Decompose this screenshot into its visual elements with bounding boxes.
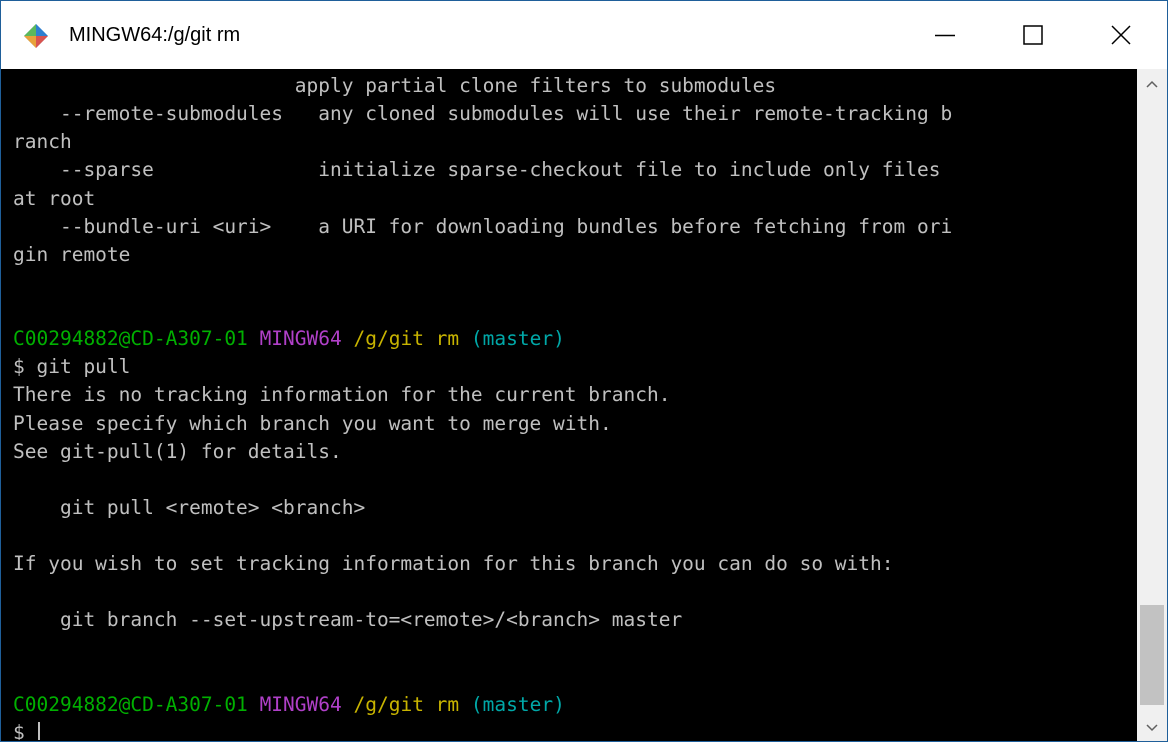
- terminal-line: gin remote: [13, 242, 131, 266]
- terminal-line: $ git pull: [13, 355, 131, 379]
- terminal-line: See git-pull(1) for details.: [13, 439, 342, 463]
- minimize-button[interactable]: [901, 1, 989, 69]
- maximize-button[interactable]: [989, 1, 1077, 69]
- terminal-output[interactable]: apply partial clone filters to submodule…: [13, 72, 1137, 740]
- close-button[interactable]: [1077, 1, 1165, 69]
- prompt-symbol: $: [13, 720, 37, 740]
- maximize-icon: [1023, 25, 1043, 45]
- terminal-line: --sparse initialize sparse-checkout file…: [13, 158, 941, 182]
- terminal-line: ranch: [13, 130, 72, 154]
- prompt-line: C00294882@CD-A307-01 MINGW64 /g/git rm (…: [13, 691, 1137, 719]
- terminal-line: git pull <remote> <branch>: [13, 495, 366, 519]
- terminal-line: apply partial clone filters to submodule…: [13, 74, 777, 97]
- window-title: MINGW64:/g/git rm: [69, 24, 241, 46]
- terminal-line: If you wish to set tracking information …: [13, 552, 894, 576]
- close-icon: [1111, 25, 1131, 45]
- chevron-up-icon: [1146, 80, 1158, 88]
- title-bar[interactable]: MINGW64:/g/git rm: [1, 1, 1167, 69]
- terminal-line: Please specify which branch you want to …: [13, 411, 612, 435]
- minimize-icon: [935, 34, 955, 37]
- terminal-window: MINGW64:/g/git rm apply partial clone fi…: [0, 0, 1168, 742]
- prompt-branch: (master): [470, 327, 565, 351]
- prompt-branch: (master): [470, 692, 565, 716]
- prompt-line: C00294882@CD-A307-01 MINGW64 /g/git rm (…: [13, 325, 1137, 353]
- chevron-down-icon: [1146, 724, 1158, 732]
- terminal-line: at root: [13, 186, 96, 210]
- terminal-line: --remote-submodules any cloned submodule…: [13, 102, 953, 126]
- vertical-scrollbar[interactable]: [1137, 69, 1167, 741]
- prompt-user-host: C00294882@CD-A307-01: [13, 692, 248, 716]
- text-cursor: [38, 722, 41, 740]
- prompt-environment: MINGW64: [259, 692, 342, 716]
- scrollbar-thumb[interactable]: [1140, 605, 1164, 705]
- prompt-environment: MINGW64: [259, 327, 342, 351]
- terminal-line: git branch --set-upstream-to=<remote>/<b…: [13, 608, 683, 632]
- prompt-path: /g/git rm: [353, 327, 460, 351]
- command-input-line[interactable]: $: [13, 719, 1137, 740]
- scroll-up-button[interactable]: [1137, 69, 1167, 99]
- prompt-user-host: C00294882@CD-A307-01: [13, 327, 248, 351]
- scroll-down-button[interactable]: [1137, 713, 1167, 741]
- prompt-path: /g/git rm: [353, 692, 460, 716]
- git-for-windows-icon: [24, 24, 48, 48]
- terminal-line: There is no tracking information for the…: [13, 383, 671, 407]
- terminal-line: --bundle-uri <uri> a URI for downloading…: [13, 214, 953, 238]
